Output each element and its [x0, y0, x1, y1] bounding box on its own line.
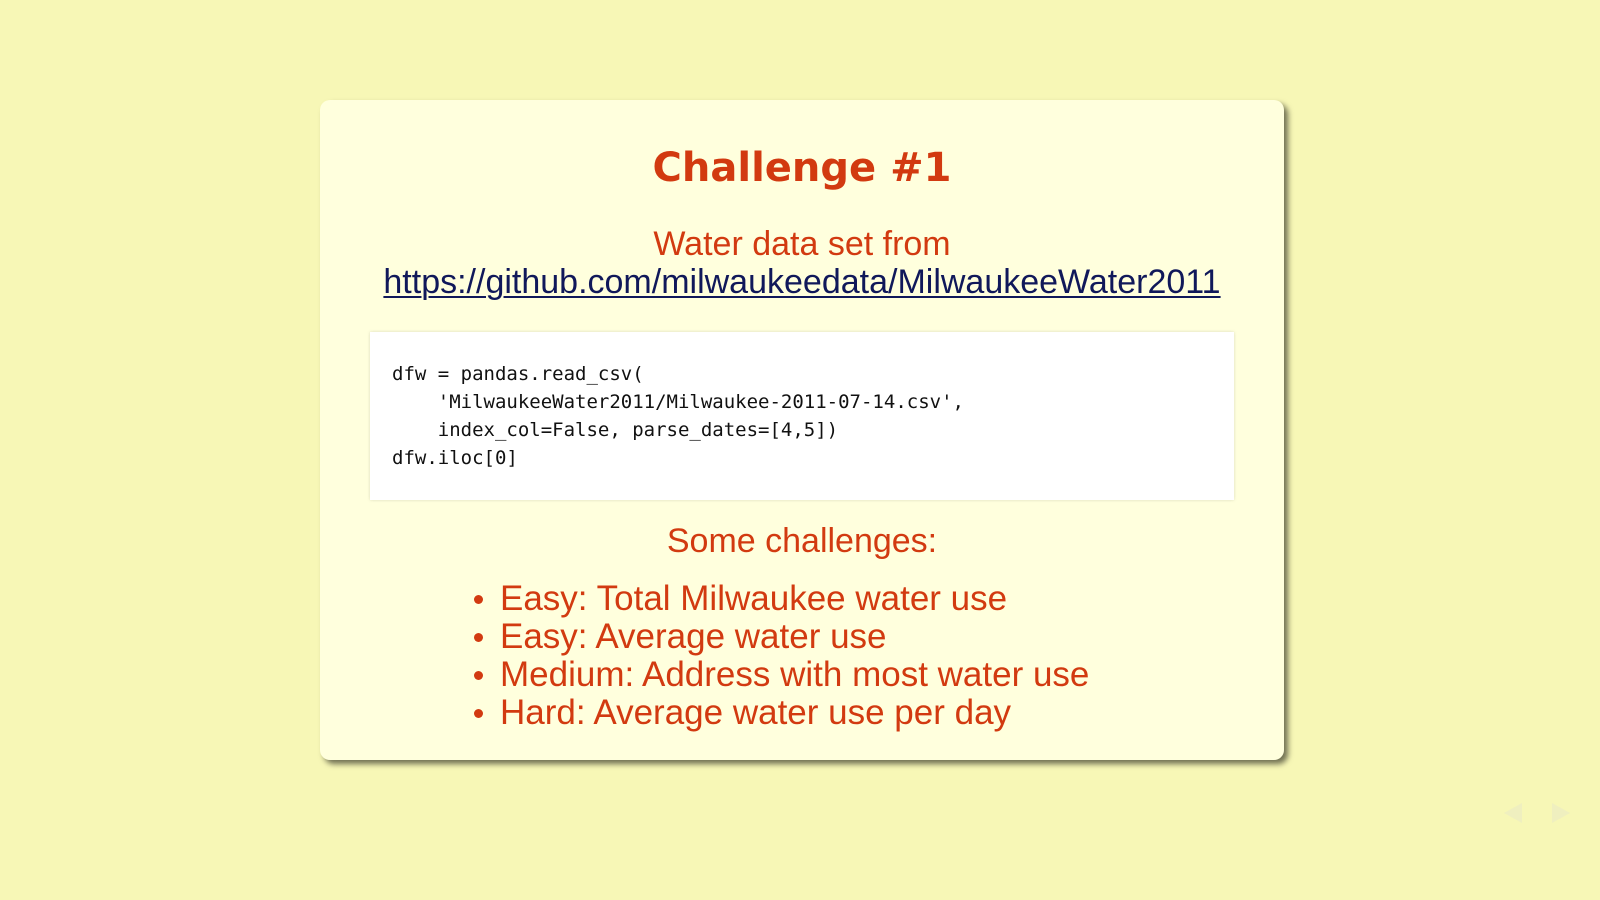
challenge-text: Hard: Average water use per day — [500, 693, 1012, 732]
challenges-heading: Some challenges: — [666, 522, 938, 560]
data-source-link[interactable]: https://github.com/milwaukeedata/Milwauk… — [383, 263, 1220, 301]
challenge-item: Medium: Address with most water use — [474, 655, 1090, 694]
data-source-label: Water data set from — [653, 225, 951, 263]
slide-title: Challenge #1 — [652, 145, 952, 191]
challenge-item: Easy: Average water use — [474, 617, 1089, 656]
challenge-item: Hard: Average water use per day — [474, 693, 1089, 732]
bullet-icon — [474, 709, 483, 718]
slide: Challenge #1 Water data set from https:/… — [320, 100, 1284, 760]
bullet-icon — [474, 633, 483, 642]
challenge-text: Easy: Total Milwaukee water use — [500, 579, 1008, 618]
challenge-item: Easy: Total Milwaukee water use — [474, 579, 1089, 618]
bullet-icon — [474, 671, 483, 680]
code-block: dfw = pandas.read_csv( 'MilwaukeeWater20… — [370, 332, 1234, 500]
triangle-left-icon[interactable] — [1504, 803, 1522, 823]
triangle-right-icon[interactable] — [1552, 803, 1570, 823]
data-source: Water data set from https://github.com/m… — [320, 225, 1284, 301]
challenge-list: Easy: Total Milwaukee water use Easy: Av… — [470, 580, 1089, 732]
challenge-text: Easy: Average water use — [500, 617, 887, 656]
slide-navigation — [1492, 768, 1582, 858]
challenge-text: Medium: Address with most water use — [500, 655, 1090, 694]
bullet-icon — [474, 595, 483, 604]
code-text: dfw = pandas.read_csv( 'MilwaukeeWater20… — [392, 363, 964, 469]
